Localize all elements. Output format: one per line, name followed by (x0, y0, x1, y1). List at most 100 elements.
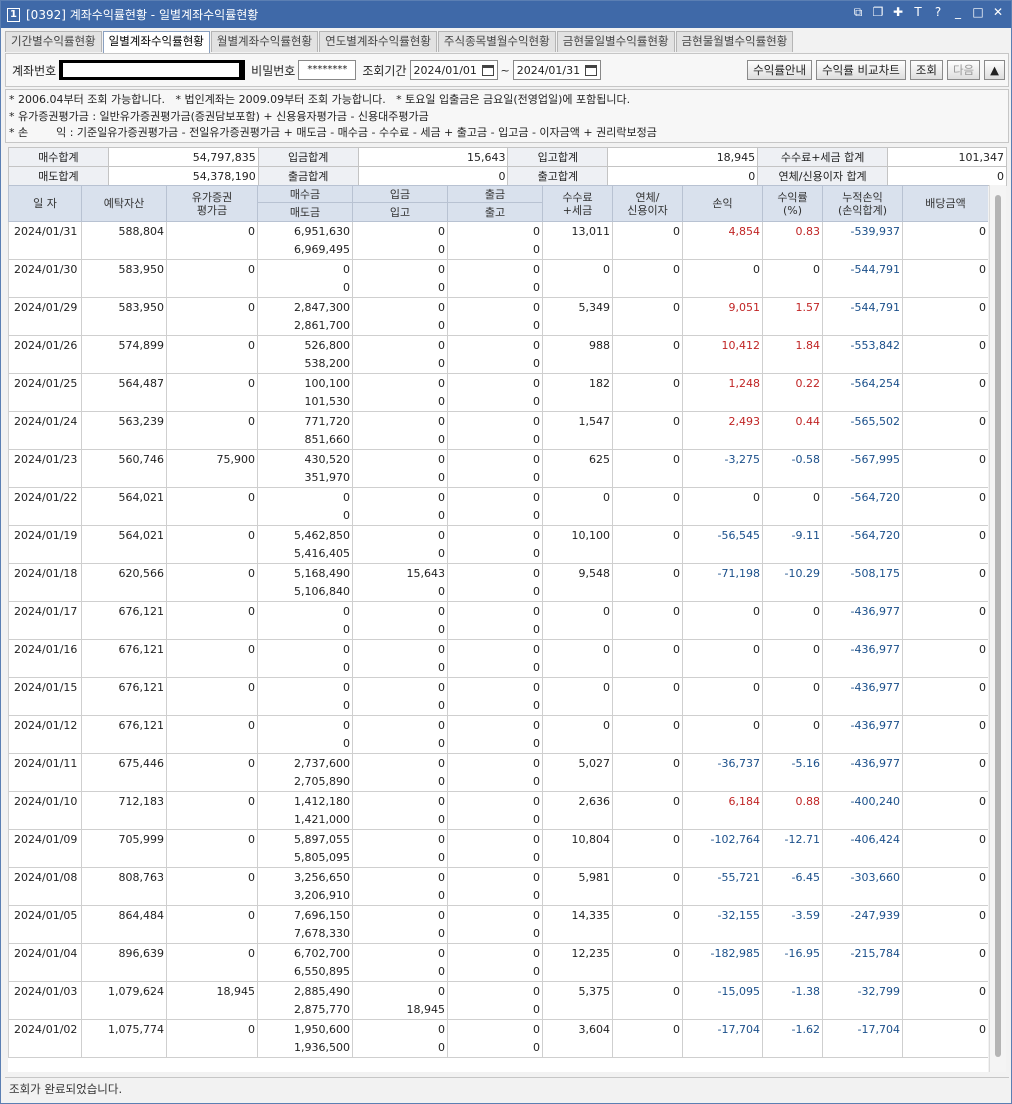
next-button[interactable]: 다음 (946, 60, 981, 80)
account-label: 계좌번호 (12, 63, 57, 78)
table-row-sub[interactable]: 5,416,405 0 0 (8, 544, 988, 564)
return-guide-button[interactable]: 수익률안내 (747, 60, 813, 80)
table-row-sub[interactable]: 6,969,495 0 0 (8, 240, 988, 260)
table-row[interactable]: 2024/01/11 675,446 0 2,737,600 0 0 5,027 0 -36,7… (8, 753, 988, 773)
table-row[interactable]: 2024/01/04 896,639 0 6,702,700 0 0 12,235 0 -182… (8, 943, 988, 963)
col-out-header[interactable]: 출고 (447, 202, 543, 222)
date-cell: 2024/01/25 (8, 373, 82, 393)
tab-stock-monthly-return[interactable]: 주식종목별월수익현황 (437, 31, 556, 52)
table-row-sub[interactable]: 5,805,095 0 0 (8, 848, 988, 868)
tab-gold-daily-return[interactable]: 금현물일별수익률현황 (556, 31, 675, 52)
sec-eval-cell: 0 (166, 297, 258, 317)
empty-cell (166, 734, 258, 754)
col-dividend-header[interactable]: 배당금액 (902, 185, 988, 222)
tab-period-return[interactable]: 기간별수익률현황 (5, 31, 102, 52)
table-row[interactable]: 2024/01/17 676,121 0 0 0 0 0 0 0 0 -436,977 0 (8, 601, 988, 621)
table-row[interactable]: 2024/01/22 564,021 0 0 0 0 0 0 0 0 -564,720 0 (8, 487, 988, 507)
col-cum-pl-header[interactable]: 누적손익 (손익합계) (822, 185, 903, 222)
tab-monthly-account-return[interactable]: 월별계좌수익률현황 (210, 31, 319, 52)
col-date-header[interactable]: 일 자 (8, 185, 82, 222)
col-deposit-header[interactable]: 입금 (352, 185, 448, 203)
scroll-up-icon[interactable]: ▲ (984, 60, 1005, 80)
dividend-cell: 0 (902, 259, 988, 279)
table-row[interactable]: 2024/01/05 864,484 0 7,696,150 0 0 14,335 0 -32,… (8, 905, 988, 925)
end-date-input[interactable]: 2024/01/31 (512, 60, 601, 80)
table-row-sub[interactable]: 7,678,330 0 0 (8, 924, 988, 944)
table-row[interactable]: 2024/01/16 676,121 0 0 0 0 0 0 0 0 -436,977 0 (8, 639, 988, 659)
table-row[interactable]: 2024/01/10 712,183 0 1,412,180 0 0 2,636 0 6,184… (8, 791, 988, 811)
table-row-sub[interactable]: 000 (8, 620, 988, 640)
empty-cell (612, 354, 683, 374)
minimize-icon[interactable]: _ (951, 5, 965, 20)
table-row[interactable]: 2024/01/03 1,079,624 18,945 2,885,490 0 0 5,37… (8, 981, 988, 1001)
table-row-sub[interactable]: 1,936,500 0 0 (8, 1038, 988, 1058)
table-row[interactable]: 2024/01/09 705,999 0 5,897,055 0 0 10,804 0 -102… (8, 829, 988, 849)
table-row-sub[interactable]: 2,875,770 18,945 0 (8, 1000, 988, 1020)
table-row-sub[interactable]: 2,705,890 0 0 (8, 772, 988, 792)
table-row[interactable]: 2024/01/08 808,763 0 3,256,650 0 0 5,981 0 -55,7… (8, 867, 988, 887)
scrollbar-thumb[interactable] (995, 195, 1001, 1057)
account-number-input[interactable] (59, 60, 246, 80)
table-row-sub[interactable]: 000 (8, 506, 988, 526)
table-row[interactable]: 2024/01/18 620,566 0 5,168,490 15,643 0 9,548 0… (8, 563, 988, 583)
font-icon[interactable]: T (911, 5, 925, 20)
deposit-asset-cell: 564,021 (81, 487, 167, 507)
tab-yearly-account-return[interactable]: 연도별계좌수익률현황 (319, 31, 437, 52)
table-row[interactable]: 2024/01/31 588,804 0 6,951,630 0 0 13,011 0 4,85… (8, 221, 988, 241)
pin-icon[interactable]: ✚ (891, 5, 905, 20)
table-row[interactable]: 2024/01/12 676,121 0 0 0 0 0 0 0 0 -436,977 0 (8, 715, 988, 735)
password-input[interactable]: ******** (298, 60, 357, 80)
sec-eval-cell: 0 (166, 791, 258, 811)
table-row-sub[interactable]: 2,861,700 0 0 (8, 316, 988, 336)
table-row-sub[interactable]: 000 (8, 278, 988, 298)
calendar-icon[interactable] (481, 64, 494, 76)
col-rate-header[interactable]: 수익률 (%) (762, 185, 823, 222)
col-interest-header[interactable]: 연체/신용이자 (612, 185, 683, 222)
close-icon[interactable]: ✕ (991, 5, 1005, 20)
table-row[interactable]: 2024/01/15 676,121 0 0 0 0 0 0 0 0 -436,977 0 (8, 677, 988, 697)
table-row-sub[interactable]: 5,106,840 0 0 (8, 582, 988, 602)
deposit-total-value: 15,643 (357, 147, 509, 167)
calendar-icon[interactable] (584, 64, 597, 76)
help-icon[interactable]: ? (931, 5, 945, 20)
col-in-header[interactable]: 입고 (352, 202, 448, 222)
table-row[interactable]: 2024/01/29 583,950 0 2,847,300 0 0 5,349 0 9,051… (8, 297, 988, 317)
start-date-input[interactable]: 2024/01/01 (409, 60, 498, 80)
table-row[interactable]: 2024/01/02 1,075,774 0 1,950,600 0 0 3,604 0 -17… (8, 1019, 988, 1039)
col-buy-header[interactable]: 매수금 (257, 185, 353, 203)
restore-icon[interactable]: ⧉ (851, 5, 865, 20)
withdraw-cell: 0 (447, 525, 543, 545)
withdraw-total-value: 0 (357, 166, 509, 186)
col-sell-header[interactable]: 매도금 (257, 202, 353, 222)
table-row[interactable]: 2024/01/25 564,487 0 100,100 0 0 182 0 1,248 0.22… (8, 373, 988, 393)
col-withdraw-header[interactable]: 출금 (447, 185, 543, 203)
table-row-sub[interactable]: 1,421,000 0 0 (8, 810, 988, 830)
table-row-sub[interactable]: 3,206,910 0 0 (8, 886, 988, 906)
table-row-sub[interactable]: 000 (8, 696, 988, 716)
table-row-sub[interactable]: 6,550,895 0 0 (8, 962, 988, 982)
table-row-sub[interactable]: 538,200 0 0 (8, 354, 988, 374)
table-row-sub[interactable]: 101,530 0 0 (8, 392, 988, 412)
return-compare-chart-button[interactable]: 수익률 비교차트 (816, 60, 906, 80)
col-fee-header[interactable]: 수수료 +세금 (542, 185, 613, 222)
dividend-cell: 0 (902, 373, 988, 393)
table-row[interactable]: 2024/01/26 574,899 0 526,800 0 0 988 0 10,412 1.8… (8, 335, 988, 355)
vertical-scrollbar[interactable] (989, 185, 1006, 1072)
table-row[interactable]: 2024/01/24 563,239 0 771,720 0 0 1,547 0 2,493 0.… (8, 411, 988, 431)
new-window-icon[interactable]: ❐ (871, 5, 885, 20)
tab-daily-account-return[interactable]: 일별계좌수익률현황 (102, 31, 210, 53)
window-title: [0392] 계좌수익률현황 - 일별계좌수익률현황 (26, 8, 259, 22)
search-button[interactable]: 조회 (909, 60, 943, 80)
maximize-icon[interactable]: □ (971, 5, 985, 20)
col-deposit-asset-header[interactable]: 예탁자산 (81, 185, 167, 222)
col-pl-header[interactable]: 손익 (682, 185, 763, 222)
table-row-sub[interactable]: 851,660 0 0 (8, 430, 988, 450)
table-row-sub[interactable]: 000 (8, 658, 988, 678)
table-row[interactable]: 2024/01/30 583,950 0 0 0 0 0 0 0 0 -544,791 0 (8, 259, 988, 279)
table-row[interactable]: 2024/01/23 560,746 75,900 430,520 0 0 625 0 -3,2… (8, 449, 988, 469)
col-sec-eval-header[interactable]: 유가증권 평가금 (166, 185, 258, 222)
table-row-sub[interactable]: 000 (8, 734, 988, 754)
table-row[interactable]: 2024/01/19 564,021 0 5,462,850 0 0 10,100 0 -56,… (8, 525, 988, 545)
tab-gold-monthly-return[interactable]: 금현물월별수익률현황 (675, 31, 794, 52)
table-row-sub[interactable]: 351,970 0 0 (8, 468, 988, 488)
